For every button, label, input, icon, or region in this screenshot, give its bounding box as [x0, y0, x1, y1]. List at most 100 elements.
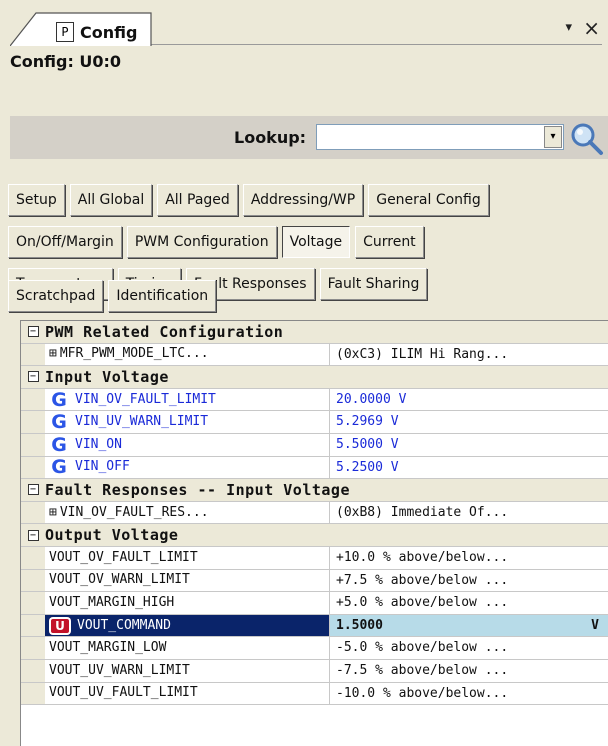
property-row[interactable]: VOUT_OV_WARN_LIMIT +7.5 % above/below ... — [21, 569, 608, 593]
property-row[interactable]: ⊞ MFR_PWM_MODE_LTC... (0xC3) ILIM Hi Rang.… — [21, 343, 608, 367]
dropdown-arrow-icon[interactable]: ▾ — [544, 126, 562, 148]
property-name[interactable]: G VIN_OV_FAULT_LIMIT — [45, 388, 330, 411]
button-row: Setup All Global All Paged Addressing/WP Gen… — [8, 184, 489, 218]
property-row[interactable]: ⊞ VIN_OV_FAULT_RES... (0xB8) Immediate Of.… — [21, 501, 608, 525]
category-button-general-config[interactable]: General Config — [368, 184, 489, 216]
row-indent — [21, 637, 45, 659]
property-name-text: VOUT_MARGIN_LOW — [49, 640, 167, 656]
property-row[interactable]: G VIN_UV_WARN_LIMIT 5.2969 V — [21, 411, 608, 434]
lookup-input[interactable] — [320, 126, 524, 150]
property-value[interactable]: (0xB8) Immediate Of... — [330, 502, 608, 524]
category-button-all-global[interactable]: All Global — [69, 184, 153, 216]
property-name-text: VOUT_OV_FAULT_LIMIT — [49, 549, 198, 565]
tab-strip-border — [150, 44, 602, 45]
property-value-text: (0xC3) ILIM Hi Rang... — [336, 346, 509, 362]
row-indent — [21, 659, 45, 682]
property-row[interactable]: G VIN_ON 5.5000 V — [21, 433, 608, 457]
property-value[interactable]: -7.5 % above/below ... — [330, 660, 608, 682]
collapse-icon[interactable]: − — [21, 479, 45, 501]
category-button-scratchpad[interactable]: Scratchpad — [8, 280, 104, 312]
expand-plus-icon[interactable]: ⊞ — [49, 344, 57, 366]
grid-section-header[interactable]: − Input Voltage — [21, 366, 608, 389]
row-indent — [21, 569, 45, 592]
category-button-addressing-wp[interactable]: Addressing/WP — [242, 184, 364, 216]
close-icon[interactable]: × — [583, 16, 600, 40]
category-button-identification[interactable]: Identification — [108, 280, 217, 312]
property-unit: V — [591, 617, 599, 633]
property-row[interactable]: G VIN_OV_FAULT_LIMIT 20.0000 V — [21, 388, 608, 412]
property-value-text: +7.5 % above/below ... — [336, 572, 509, 588]
property-row[interactable]: VOUT_MARGIN_HIGH +5.0 % above/below ... — [21, 592, 608, 615]
category-button-on-off-margin[interactable]: On/Off/Margin — [8, 226, 122, 258]
category-button-current[interactable]: Current — [355, 226, 424, 258]
property-value[interactable]: 5.2969 V — [330, 411, 608, 433]
property-name[interactable]: VOUT_MARGIN_HIGH — [45, 592, 330, 614]
property-value-text: +5.0 % above/below ... — [336, 595, 509, 611]
property-name[interactable]: U VOUT_COMMAND — [45, 614, 330, 637]
property-grid[interactable]: − PWM Related Configuration ⊞ MFR_PWM_MODE_… — [20, 320, 608, 746]
collapse-icon[interactable]: − — [21, 524, 45, 546]
row-indent — [21, 433, 45, 456]
property-value[interactable]: 20.0000 V — [330, 389, 608, 411]
grid-section-header[interactable]: − Output Voltage — [21, 524, 608, 547]
category-button-all-paged[interactable]: All Paged — [157, 184, 238, 216]
property-row[interactable]: VOUT_UV_WARN_LIMIT -7.5 % above/below ... — [21, 659, 608, 683]
property-name[interactable]: VOUT_UV_FAULT_LIMIT — [45, 682, 330, 705]
grid-section-title: PWM Related Configuration — [45, 323, 284, 341]
grid-section-title: Input Voltage — [45, 368, 169, 387]
property-row[interactable]: VOUT_OV_FAULT_LIMIT +10.0 % above/below..… — [21, 546, 608, 570]
global-command-icon: G — [51, 456, 67, 479]
property-value[interactable]: 5.2500 V — [330, 457, 608, 479]
grid-section-title: Fault Responses -- Input Voltage — [45, 481, 350, 500]
property-value-text: 5.2969 V — [336, 414, 399, 430]
property-name-text: MFR_PWM_MODE_LTC... — [59, 346, 209, 362]
window-menu-dropdown-icon[interactable]: ▾ — [565, 20, 572, 35]
grid-section-header[interactable]: − PWM Related Configuration — [21, 321, 608, 344]
row-indent — [21, 546, 45, 569]
property-name-text: VOUT_OV_WARN_LIMIT — [49, 572, 190, 588]
search-icon[interactable] — [568, 120, 604, 156]
context-label: Config: U0:0 — [10, 52, 122, 71]
property-value-text: 1.5000 — [336, 617, 383, 633]
property-name[interactable]: ⊞ MFR_PWM_MODE_LTC... — [45, 343, 330, 366]
category-button-fault-sharing[interactable]: Fault Sharing — [319, 268, 428, 300]
property-name[interactable]: G VIN_ON — [45, 433, 330, 456]
property-value[interactable]: (0xC3) ILIM Hi Rang... — [330, 344, 608, 366]
property-row[interactable]: G VIN_OFF 5.2500 V — [21, 456, 608, 480]
property-name[interactable]: G VIN_UV_WARN_LIMIT — [45, 411, 330, 433]
property-value[interactable]: +5.0 % above/below ... — [330, 592, 608, 614]
property-name[interactable]: VOUT_MARGIN_LOW — [45, 637, 330, 659]
tab-config[interactable]: P Config — [10, 12, 152, 46]
expand-plus-icon[interactable]: ⊞ — [49, 502, 57, 524]
property-row[interactable]: U VOUT_COMMAND 1.5000 V — [21, 614, 608, 638]
property-name[interactable]: VOUT_OV_FAULT_LIMIT — [45, 546, 330, 569]
property-name-text: VIN_OV_FAULT_RES... — [59, 504, 209, 520]
category-button-setup[interactable]: Setup — [8, 184, 65, 216]
row-indent — [21, 343, 45, 366]
global-command-icon: G — [51, 411, 67, 433]
property-value-text: -10.0 % above/below... — [336, 685, 509, 701]
property-value[interactable]: -5.0 % above/below ... — [330, 637, 608, 659]
property-row[interactable]: VOUT_UV_FAULT_LIMIT -10.0 % above/below..… — [21, 682, 608, 706]
row-indent — [21, 501, 45, 524]
property-name[interactable]: ⊞ VIN_OV_FAULT_RES... — [45, 501, 330, 524]
property-name[interactable]: G VIN_OFF — [45, 456, 330, 479]
collapse-icon[interactable]: − — [21, 366, 45, 388]
property-value[interactable]: 1.5000 V — [330, 614, 608, 637]
property-name[interactable]: VOUT_OV_WARN_LIMIT — [45, 569, 330, 592]
category-button-pwm-configuration[interactable]: PWM Configuration — [126, 226, 277, 258]
collapse-icon[interactable]: − — [21, 321, 45, 343]
property-name[interactable]: VOUT_UV_WARN_LIMIT — [45, 659, 330, 682]
property-value[interactable]: +10.0 % above/below... — [330, 547, 608, 569]
property-value[interactable]: 5.5000 V — [330, 434, 608, 456]
property-value[interactable]: +7.5 % above/below ... — [330, 570, 608, 592]
grid-section-title: Output Voltage — [45, 526, 179, 545]
property-value[interactable]: -10.0 % above/below... — [330, 683, 608, 705]
grid-section-header[interactable]: − Fault Responses -- Input Voltage — [21, 479, 608, 502]
property-name-text: VIN_OFF — [75, 459, 130, 475]
lookup-combobox[interactable]: ▾ — [316, 124, 564, 150]
category-button-voltage[interactable]: Voltage — [281, 226, 351, 258]
property-name-text: VIN_UV_WARN_LIMIT — [75, 414, 209, 430]
property-row[interactable]: VOUT_MARGIN_LOW -5.0 % above/below ... — [21, 637, 608, 660]
property-value-text: 5.2500 V — [336, 459, 399, 475]
